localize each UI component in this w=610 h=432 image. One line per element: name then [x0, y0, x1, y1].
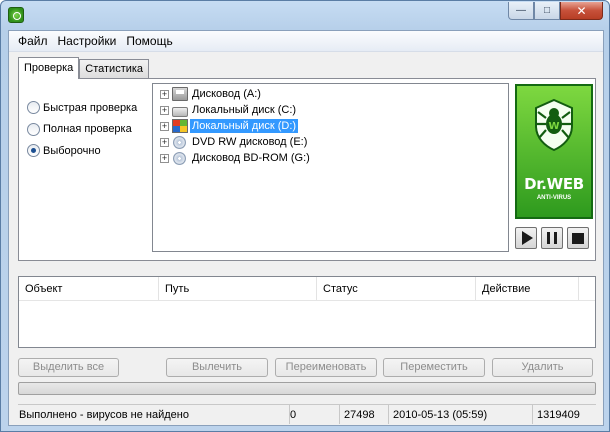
drive-label[interactable]: Дисковод (A:) [190, 87, 263, 101]
start-scan-button[interactable] [515, 227, 537, 249]
drive-label[interactable]: Локальный диск (C:) [190, 103, 298, 117]
svg-text:W: W [548, 121, 559, 132]
maximize-button[interactable]: □ [534, 2, 560, 20]
scan-mode-label: Полная проверка [43, 123, 132, 136]
menu-bar: Файл Настройки Помощь [9, 31, 603, 52]
drive-label[interactable]: Локальный диск (D:) [190, 119, 299, 133]
caption-buttons: — □ ✕ [508, 2, 603, 20]
tree-item-drive-a[interactable]: + Дисковод (A:) [153, 86, 508, 102]
client-area: Файл Настройки Помощь Проверка Статистик… [8, 30, 604, 426]
results-list[interactable]: Объект Путь Статус Действие [18, 276, 596, 348]
scan-mode-label: Быстрая проверка [43, 101, 138, 114]
menu-settings[interactable]: Настройки [53, 32, 122, 51]
drweb-app-icon[interactable] [8, 7, 24, 23]
expand-icon[interactable]: + [160, 137, 169, 147]
radio-button[interactable] [27, 101, 40, 115]
status-bar: Выполнено - вирусов не найдено 0 27498 2… [18, 404, 596, 424]
brand-subtitle: ANTI-VIRUS [536, 195, 572, 201]
brand-name: Dr.WEB [524, 175, 584, 193]
menu-file[interactable]: Файл [13, 32, 53, 51]
spider-emblem-icon: W [535, 98, 573, 152]
expand-icon[interactable]: + [160, 89, 169, 99]
scan-mode-quick[interactable]: Быстрая проверка [27, 97, 137, 119]
tree-item-drive-c[interactable]: + Локальный диск (C:) [153, 102, 508, 118]
scan-progress-bar [18, 382, 596, 395]
action-buttons: Выделить все Вылечить Переименовать Пере… [18, 358, 596, 377]
tab-strip: Проверка Статистика [18, 57, 150, 79]
status-datetime: 2010-05-13 (05:59) [389, 405, 533, 424]
expand-icon[interactable]: + [160, 121, 169, 131]
drive-tree[interactable]: + Дисковод (A:) + Локальный диск (C:) + … [152, 83, 509, 252]
scan-mode-group: Быстрая проверка Полная проверка Выбороч… [27, 97, 137, 162]
windows-drive-icon [172, 119, 188, 133]
tree-item-drive-g[interactable]: + Дисковод BD-ROM (G:) [153, 150, 508, 166]
results-header: Объект Путь Статус Действие [19, 277, 595, 301]
drive-label[interactable]: Дисковод BD-ROM (G:) [190, 151, 312, 165]
tree-item-drive-e[interactable]: + DVD RW дисковод (E:) [153, 134, 508, 150]
cure-button[interactable]: Вылечить [166, 358, 268, 377]
tab-scan[interactable]: Проверка [18, 57, 80, 79]
tree-item-drive-d[interactable]: + Локальный диск (D:) [153, 118, 508, 134]
status-message: Выполнено - вирусов не найдено [18, 405, 290, 424]
title-bar[interactable]: — □ ✕ [1, 1, 609, 29]
maximize-icon: □ [543, 5, 551, 16]
scan-mode-custom[interactable]: Выборочно [27, 140, 137, 162]
column-action[interactable]: Действие [476, 277, 579, 300]
column-object[interactable]: Объект [19, 277, 159, 300]
expand-icon[interactable]: + [160, 153, 169, 163]
select-all-button[interactable]: Выделить все [18, 358, 119, 377]
close-button[interactable]: ✕ [560, 2, 603, 20]
close-icon: ✕ [576, 3, 587, 18]
drive-label[interactable]: DVD RW дисковод (E:) [190, 135, 309, 149]
column-status[interactable]: Статус [317, 277, 476, 300]
radio-button[interactable] [27, 122, 40, 136]
status-file-count: 27498 [340, 405, 389, 424]
minimize-icon: — [516, 5, 526, 16]
scan-controls [515, 227, 589, 249]
play-icon [521, 231, 533, 245]
floppy-icon [172, 87, 188, 101]
dvd-icon [173, 151, 186, 165]
minimize-button[interactable]: — [508, 2, 534, 20]
scan-mode-label: Выборочно [43, 144, 101, 157]
status-virus-count: 0 [290, 405, 340, 424]
rename-button[interactable]: Переименовать [275, 358, 377, 377]
menu-help[interactable]: Помощь [121, 32, 177, 51]
move-button[interactable]: Переместить [383, 358, 485, 377]
scan-mode-full[interactable]: Полная проверка [27, 119, 137, 141]
column-path[interactable]: Путь [159, 277, 317, 300]
dvd-icon [173, 135, 186, 149]
status-records: 1319409 [537, 409, 580, 421]
stop-icon [572, 232, 584, 244]
drweb-logo: W Dr.WEB ANTI-VIRUS [515, 84, 593, 219]
stop-scan-button[interactable] [567, 227, 589, 249]
delete-button[interactable]: Удалить [492, 358, 593, 377]
radio-button[interactable] [27, 144, 40, 158]
hdd-icon [172, 107, 188, 117]
app-window: — □ ✕ Файл Настройки Помощь Проверка Ста… [0, 0, 610, 432]
tab-statistics[interactable]: Статистика [79, 59, 150, 79]
pause-scan-button[interactable] [541, 227, 563, 249]
expand-icon[interactable]: + [160, 105, 169, 115]
scan-panel: Быстрая проверка Полная проверка Выбороч… [18, 78, 596, 261]
pause-icon [547, 232, 557, 244]
